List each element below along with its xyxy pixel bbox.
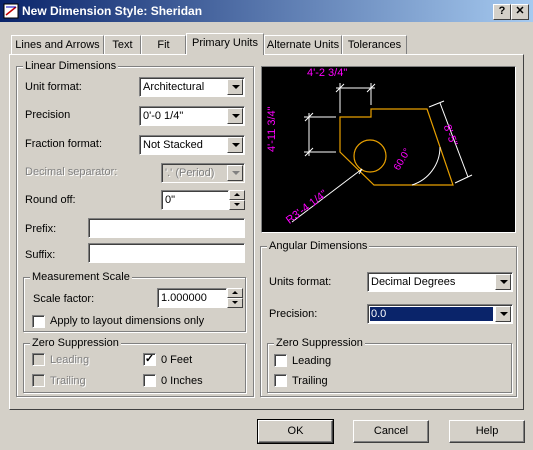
inches-checkbox[interactable] bbox=[143, 374, 156, 387]
chevron-down-icon[interactable] bbox=[227, 108, 243, 124]
fraction-format-label: Fraction format: bbox=[25, 138, 103, 150]
precision-select[interactable]: 0'-0 1/4" bbox=[139, 106, 245, 126]
angular-dimensions-legend: Angular Dimensions bbox=[267, 240, 370, 252]
spin-down-icon[interactable] bbox=[229, 200, 245, 210]
trailing-angular-label: Trailing bbox=[292, 375, 328, 387]
help-title-button[interactable]: ? bbox=[493, 4, 511, 20]
chevron-down-icon bbox=[227, 165, 243, 181]
apply-layout-checkbox[interactable] bbox=[32, 315, 45, 328]
scale-factor-input[interactable]: 1.000000 bbox=[157, 288, 227, 308]
chevron-down-icon[interactable] bbox=[227, 79, 243, 95]
units-format-label: Units format: bbox=[269, 276, 332, 288]
tab-primary-units[interactable]: Primary Units bbox=[186, 33, 264, 55]
suffix-input[interactable] bbox=[88, 243, 245, 263]
feet-label: 0 Feet bbox=[161, 354, 193, 366]
tab-alternate-units[interactable]: Alternate Units bbox=[264, 35, 342, 54]
angular-units-format-select[interactable]: Decimal Degrees bbox=[367, 272, 513, 292]
spin-up-icon[interactable] bbox=[229, 190, 245, 200]
trailing-linear-label: Trailing bbox=[50, 375, 86, 387]
inches-label: 0 Inches bbox=[161, 375, 203, 387]
decimal-separator-label: Decimal separator: bbox=[25, 166, 118, 178]
tab-text[interactable]: Text bbox=[104, 35, 141, 54]
decimal-separator-select: '.' (Period) bbox=[161, 163, 245, 183]
chevron-down-icon[interactable] bbox=[495, 306, 511, 322]
window-title: New Dimension Style: Sheridan bbox=[22, 4, 203, 18]
spin-down-icon[interactable] bbox=[227, 298, 243, 308]
app-icon bbox=[3, 3, 19, 19]
close-button[interactable]: ✕ bbox=[511, 4, 529, 20]
leading-angular-checkbox[interactable] bbox=[274, 354, 287, 367]
leading-angular-label: Leading bbox=[292, 355, 332, 367]
scale-factor-spinner[interactable] bbox=[227, 288, 243, 308]
round-off-input[interactable]: 0" bbox=[161, 190, 229, 210]
prefix-label: Prefix: bbox=[25, 223, 57, 235]
angular-precision-select[interactable]: 0.0 bbox=[367, 304, 513, 324]
tab-tolerances[interactable]: Tolerances bbox=[342, 35, 407, 54]
scale-factor-label: Scale factor: bbox=[33, 293, 95, 305]
leading-linear-checkbox bbox=[32, 353, 45, 366]
dim-top-text: 4'-2 3/4" bbox=[307, 67, 348, 79]
suffix-label: Suffix: bbox=[25, 249, 56, 261]
measurement-scale-legend: Measurement Scale bbox=[30, 271, 132, 283]
checkmark-icon: ✓ bbox=[144, 353, 155, 365]
angular-precision-label: Precision: bbox=[269, 308, 318, 320]
tab-fit[interactable]: Fit bbox=[141, 35, 186, 54]
dimension-preview: 4'-2 3/4" 4'-11 3/4" 8'-5" 60.0° R3'-4 1… bbox=[261, 66, 516, 233]
ok-button[interactable]: OK bbox=[257, 419, 334, 444]
fraction-format-select[interactable]: Not Stacked bbox=[139, 135, 245, 155]
prefix-input[interactable] bbox=[88, 218, 245, 238]
trailing-angular-checkbox[interactable] bbox=[274, 374, 287, 387]
help-button[interactable]: Help bbox=[449, 420, 525, 443]
round-off-label: Round off: bbox=[25, 194, 76, 206]
linear-dimensions-legend: Linear Dimensions bbox=[23, 60, 119, 72]
precision-label: Precision bbox=[25, 109, 71, 121]
zero-suppression-linear-legend: Zero Suppression bbox=[30, 337, 121, 349]
dim-left-text: 4'-11 3/4" bbox=[266, 106, 278, 152]
leading-linear-label: Leading bbox=[50, 354, 90, 366]
chevron-down-icon[interactable] bbox=[227, 137, 243, 153]
unit-format-label: Unit format: bbox=[25, 81, 82, 93]
round-off-spinner[interactable] bbox=[229, 190, 245, 210]
unit-format-select[interactable]: Architectural bbox=[139, 77, 245, 97]
cancel-button[interactable]: Cancel bbox=[353, 420, 429, 443]
feet-checkbox[interactable]: ✓ bbox=[143, 353, 156, 366]
trailing-linear-checkbox bbox=[32, 374, 45, 387]
chevron-down-icon[interactable] bbox=[495, 274, 511, 290]
tab-lines-and-arrows[interactable]: Lines and Arrows bbox=[11, 35, 104, 54]
hole-circle bbox=[353, 139, 387, 173]
apply-layout-label: Apply to layout dimensions only bbox=[50, 315, 205, 327]
zero-suppression-angular-legend: Zero Suppression bbox=[274, 337, 365, 349]
spin-up-icon[interactable] bbox=[227, 288, 243, 298]
